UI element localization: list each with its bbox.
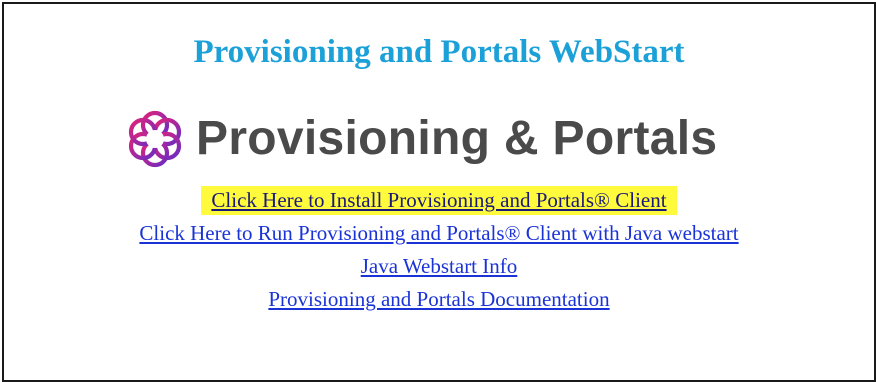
install-client-link[interactable]: Click Here to Install Provisioning and P… [201,186,677,215]
logo-wordmark: Provisioning & Portals [196,112,718,165]
documentation-link[interactable]: Provisioning and Portals Documentation [268,287,609,311]
brand-logo: Provisioning & Portals [122,107,717,171]
link-row-java-info: Java Webstart Info [4,250,874,283]
page-title: Provisioning and Portals WebStart [193,34,685,70]
link-list: Click Here to Install Provisioning and P… [4,184,874,316]
link-row-install: Click Here to Install Provisioning and P… [4,184,874,217]
link-row-run-webstart: Click Here to Run Provisioning and Porta… [4,217,874,250]
java-webstart-info-link[interactable]: Java Webstart Info [361,254,518,278]
link-row-documentation: Provisioning and Portals Documentation [4,283,874,316]
interlocking-rings-logo-icon [128,110,182,168]
run-webstart-link[interactable]: Click Here to Run Provisioning and Porta… [139,221,738,245]
page-frame: Provisioning and Portals WebStart Provis… [2,2,876,382]
